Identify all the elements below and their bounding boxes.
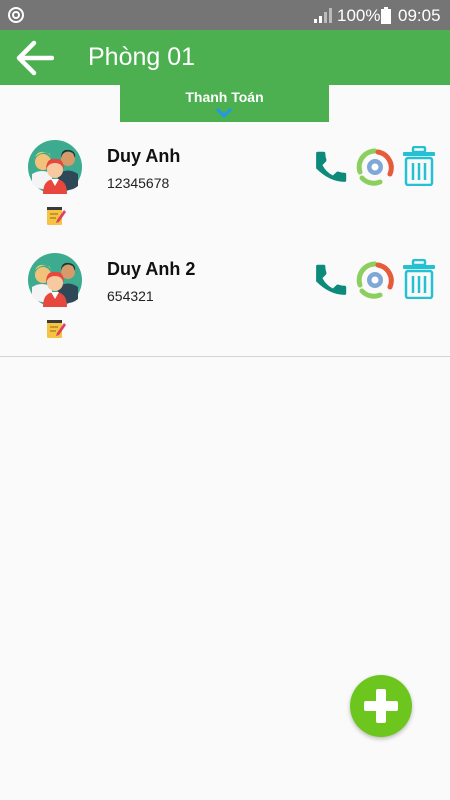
- battery-percent: 100%: [337, 6, 381, 25]
- contact-name: Duy Anh 2: [107, 259, 196, 279]
- group-avatar-icon: [28, 253, 82, 307]
- sync-settings-icon[interactable]: [356, 148, 394, 186]
- status-bar: 100% 09:05: [0, 0, 450, 30]
- contact-phone: 654321: [107, 288, 154, 304]
- contact-name: Duy Anh: [107, 146, 181, 166]
- app-bar: Phòng 01: [0, 30, 450, 85]
- sync-icon: [8, 7, 24, 23]
- back-arrow-icon[interactable]: [14, 39, 54, 77]
- clock: 09:05: [398, 6, 441, 25]
- list-item[interactable]: Duy Anh 12345678: [0, 130, 450, 244]
- payment-tab-label: Thanh Toán: [185, 89, 264, 105]
- payment-tab[interactable]: Thanh Toán: [120, 85, 329, 122]
- notepad-pencil-icon[interactable]: [45, 317, 67, 339]
- trash-icon[interactable]: [402, 259, 436, 299]
- add-button[interactable]: [350, 675, 412, 737]
- list-item[interactable]: Duy Anh 2 654321: [0, 243, 450, 357]
- chevron-down-icon: [216, 108, 232, 118]
- sync-settings-icon[interactable]: [356, 261, 394, 299]
- phone-icon[interactable]: [312, 148, 350, 186]
- notepad-pencil-icon[interactable]: [45, 204, 67, 226]
- group-avatar-icon: [28, 140, 82, 194]
- battery-icon: [381, 7, 391, 24]
- signal-icon: [314, 8, 332, 23]
- page-title: Phòng 01: [88, 43, 196, 71]
- plus-icon: [364, 689, 398, 723]
- trash-icon[interactable]: [402, 146, 436, 186]
- phone-icon[interactable]: [312, 261, 350, 299]
- contact-phone: 12345678: [107, 175, 170, 191]
